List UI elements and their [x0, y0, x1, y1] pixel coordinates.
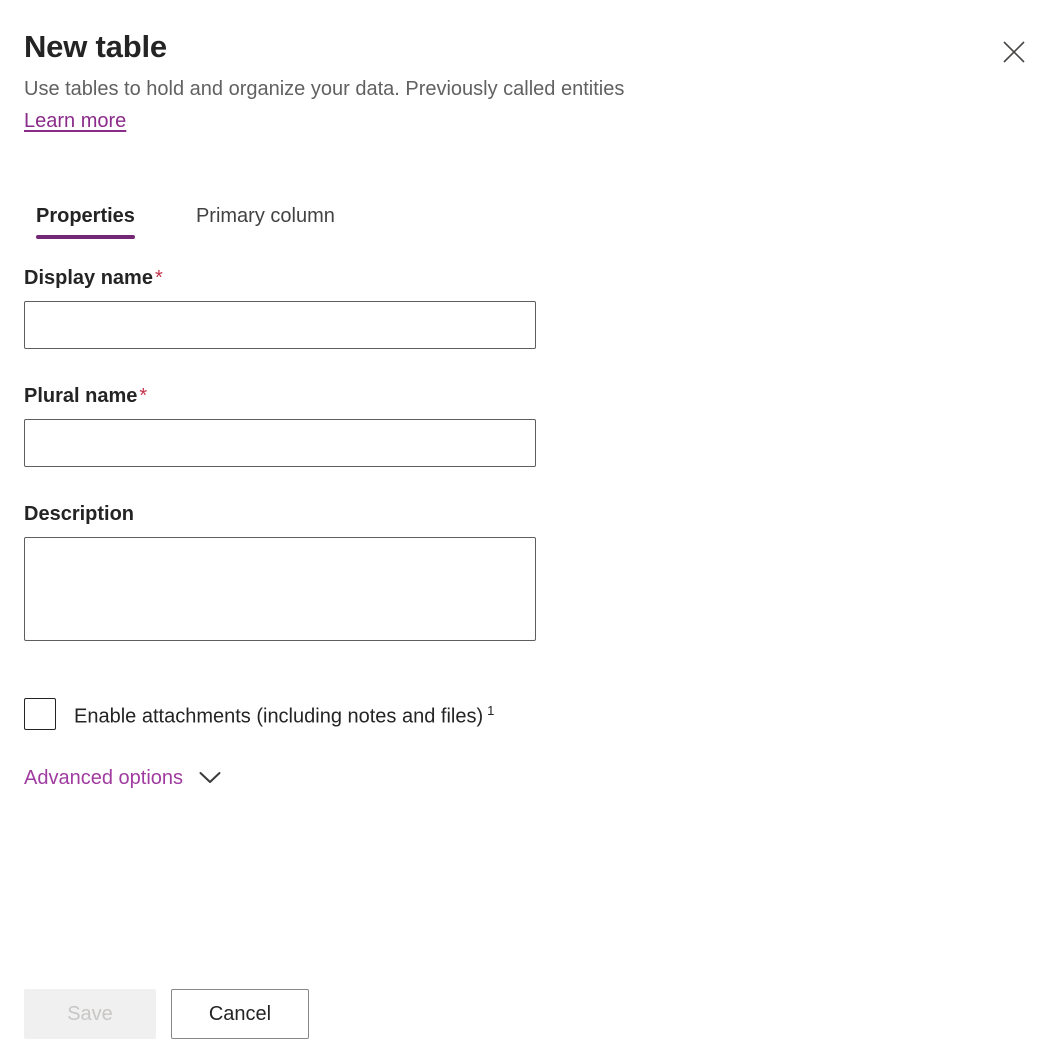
advanced-options-toggle[interactable]: Advanced options [24, 764, 221, 792]
plural-name-label: Plural name* [24, 383, 536, 409]
display-name-input[interactable] [24, 301, 536, 349]
enable-attachments-label-text: Enable attachments (including notes and … [74, 706, 483, 728]
tab-primary-column[interactable]: Primary column [184, 197, 347, 239]
plural-name-input[interactable] [24, 419, 536, 467]
display-name-label: Display name* [24, 265, 536, 291]
advanced-options-label: Advanced options [24, 764, 183, 792]
tab-list: Properties Primary column [24, 197, 347, 239]
cancel-button[interactable]: Cancel [171, 989, 309, 1039]
display-name-label-text: Display name [24, 267, 153, 289]
dialog-subtitle: Use tables to hold and organize your dat… [24, 75, 1026, 103]
tab-properties[interactable]: Properties [24, 197, 147, 239]
dialog-footer: Save Cancel [24, 989, 309, 1039]
description-textarea[interactable] [24, 537, 536, 641]
plural-name-required-marker: * [139, 385, 147, 407]
plural-name-label-text: Plural name [24, 385, 137, 407]
enable-attachments-row[interactable]: Enable attachments (including notes and … [24, 698, 494, 730]
learn-more-link[interactable]: Learn more [24, 107, 126, 135]
form-spacer-2 [24, 467, 536, 501]
close-icon [1002, 40, 1026, 64]
properties-form: Display name* Plural name* Description [24, 265, 536, 641]
close-button[interactable] [997, 35, 1031, 69]
chevron-down-icon [199, 771, 221, 785]
description-label: Description [24, 501, 536, 527]
display-name-required-marker: * [155, 267, 163, 289]
dialog-header: New table Use tables to hold and organiz… [24, 28, 1026, 135]
save-button[interactable]: Save [24, 989, 156, 1039]
form-spacer-1 [24, 349, 536, 383]
page-title: New table [24, 28, 1026, 66]
enable-attachments-label: Enable attachments (including notes and … [74, 698, 494, 730]
new-table-dialog: New table Use tables to hold and organiz… [0, 0, 1050, 1047]
footnote-marker: 1 [487, 703, 494, 718]
enable-attachments-checkbox[interactable] [24, 698, 56, 730]
